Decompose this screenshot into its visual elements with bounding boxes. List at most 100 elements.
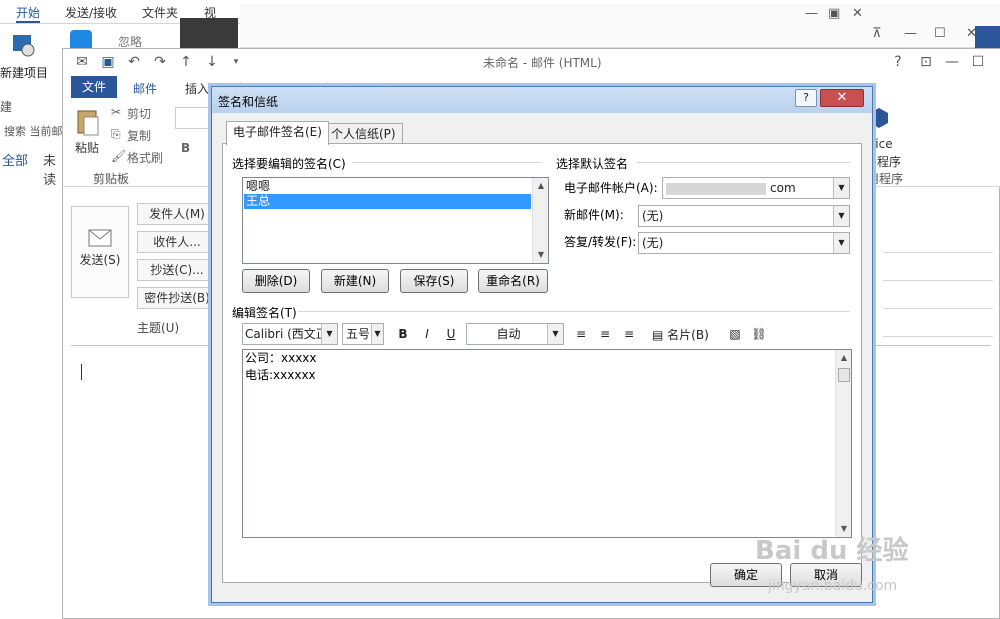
cc-button[interactable]: 抄送(C)... [137,259,217,281]
default-signature-label: 选择默认签名 [556,157,629,171]
email-account-label: 电子邮件帐户(A): [564,181,658,195]
signature-editor[interactable]: 公司：xxxxx 电话:xxxxxx ▲ ▼ [242,349,852,538]
list-scrollbar[interactable]: ▲ ▼ [532,178,548,263]
email-account-value: com [770,181,796,195]
subject-field[interactable] [883,315,993,337]
italic-button[interactable]: I [418,325,436,343]
business-card-button[interactable]: ▤ 名片(B) [652,326,709,343]
font-select[interactable]: Calibri (西文正文 ▼ [242,323,338,345]
close-button[interactable]: ✕ [820,89,864,107]
cut-button[interactable]: 剪切 [127,105,151,122]
help-button[interactable]: ? [795,89,817,107]
align-right-icon[interactable]: ≡ [620,325,638,343]
redo-icon[interactable]: ↷ [151,53,169,71]
tab-message[interactable]: 邮件 [133,80,157,97]
tab-email-signature[interactable]: 电子邮件签名(E) [226,121,329,145]
format-painter-icon[interactable]: 🖌 [111,149,126,163]
bold-icon[interactable]: B [181,141,190,155]
minimize-icon[interactable]: — [805,6,818,21]
watermark-url: jingyan.baidu.com [768,578,898,594]
scroll-down-icon[interactable]: ▼ [533,247,549,263]
pin-icon[interactable]: ⊼ [872,26,882,41]
separator [298,311,850,312]
signature-line: 公司：xxxxx [245,351,317,365]
save-icon[interactable]: ▣ [99,53,117,71]
editor-scrollbar[interactable]: ▲ ▼ [835,350,851,537]
align-center-icon[interactable]: ≡ [596,325,614,343]
send-button[interactable]: 发送(S) [71,206,129,298]
maximize-icon[interactable]: ☐ [934,26,946,41]
size-select[interactable]: 五号 ▼ [342,323,384,345]
help-icon[interactable]: ? [889,53,907,71]
tab-file[interactable]: 文件 [71,76,117,98]
chevron-down-icon[interactable]: ▼ [833,178,849,198]
chevron-down-icon[interactable]: ▼ [833,233,849,253]
separator [636,162,850,163]
chevron-down-icon[interactable]: ▼ [371,324,383,344]
search-box[interactable]: 搜索 当前邮 [4,123,63,139]
color-select[interactable]: 自动 ▼ [466,323,564,345]
new-button[interactable]: 新建(N) [321,269,389,293]
to-button[interactable]: 收件人... [137,231,217,253]
from-button[interactable]: 发件人(M) [137,203,217,225]
insert-picture-icon[interactable]: ▧ [726,325,744,343]
copy-button[interactable]: 复制 [127,127,151,144]
new-mail-select[interactable]: (无) ▼ [638,205,850,227]
ribbon-options-icon[interactable]: ⊡ [917,53,935,71]
watermark-logo: Bai du 经验 [755,536,909,566]
align-left-icon[interactable]: ≡ [572,325,590,343]
underline-button[interactable]: U [442,325,460,343]
tab-home[interactable]: 开始 [16,4,41,23]
tab-folder[interactable]: 文件夹 [142,4,178,21]
scroll-up-icon[interactable]: ▲ [836,350,852,366]
chevron-down-icon[interactable]: ▼ [833,206,849,226]
send-icon [88,229,112,247]
scroll-up-icon[interactable]: ▲ [533,178,549,194]
cut-icon[interactable]: ✂ [111,105,121,119]
email-account-select[interactable]: com ▼ [662,177,850,199]
new-item-button[interactable]: 新建项目 [0,64,48,81]
chevron-down-icon[interactable]: ▼ [321,324,337,344]
reply-forward-select[interactable]: (无) ▼ [638,232,850,254]
signature-list[interactable]: 嗯嗯 王总 ▲ ▼ [242,177,549,264]
bcc-field[interactable] [883,287,993,309]
minimize-icon[interactable]: — [943,53,961,71]
down-arrow-icon[interactable]: ↓ [203,53,221,71]
scroll-thumb[interactable] [838,368,850,382]
restore-icon[interactable]: ▣ [828,6,840,21]
up-arrow-icon[interactable]: ↑ [177,53,195,71]
business-card-icon: ▤ [652,328,664,342]
tab-insert[interactable]: 插入 [185,80,209,97]
delete-button[interactable]: 删除(D) [242,269,310,293]
font-value: Calibri (西文正文 [245,327,321,341]
tab-personal-stationery[interactable]: 个人信纸(P) [324,123,403,145]
rename-button[interactable]: 重命名(R) [478,269,548,293]
font-box-partial[interactable] [175,107,211,129]
filter-all[interactable]: 全部 [2,150,28,169]
bold-button[interactable]: B [394,325,412,343]
size-value: 五号 [346,327,371,341]
qat-customize-icon[interactable]: ▾ [227,53,245,71]
main-left-panel: 搜索 当前邮 全部 未读 [0,118,65,619]
cc-field[interactable] [883,259,993,281]
reply-forward-label: 答复/转发(F): [564,235,637,249]
list-item[interactable]: 嗯嗯 [244,179,531,194]
format-painter-button[interactable]: 格式刷 [127,149,163,166]
compose-title: 未命名 - 邮件 (HTML) [483,56,602,70]
new-item-icon [10,32,36,58]
chevron-down-icon[interactable]: ▼ [547,324,563,344]
group-label-new: 建 [0,100,13,114]
copy-icon[interactable]: ⎘ [111,127,121,142]
undo-icon[interactable]: ↶ [125,53,143,71]
save-button[interactable]: 保存(S) [400,269,468,293]
to-field[interactable] [883,231,993,253]
close-icon[interactable]: ✕ [852,6,863,21]
bcc-button[interactable]: 密件抄送(B) [137,287,217,309]
separator [352,162,542,163]
minimize-icon-2[interactable]: — [904,26,917,41]
tab-send-receive[interactable]: 发送/接收 [65,4,117,21]
maximize-icon[interactable]: ☐ [969,53,987,71]
paste-button[interactable]: 粘贴 [75,139,99,156]
list-item-selected[interactable]: 王总 [244,194,531,209]
hyperlink-icon[interactable]: ⛓ [750,325,768,343]
